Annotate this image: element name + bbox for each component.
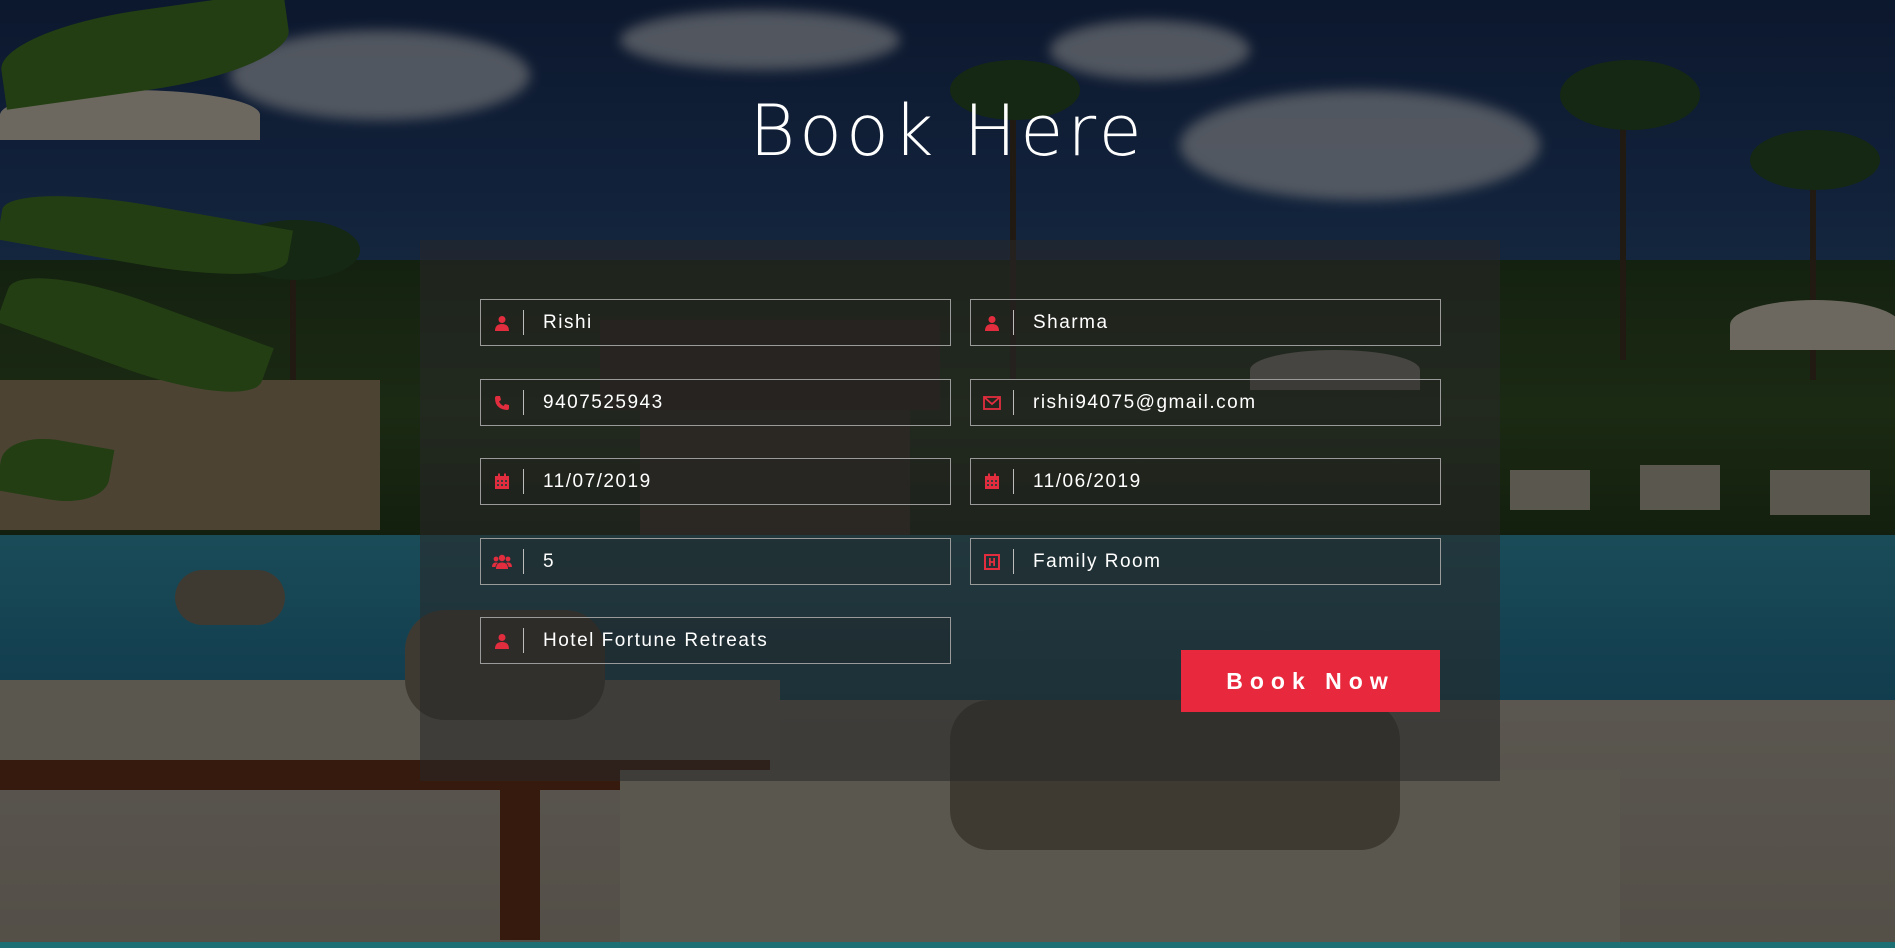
guests-input[interactable] bbox=[524, 538, 950, 585]
phone-field[interactable] bbox=[480, 379, 951, 426]
hotel-name-input[interactable] bbox=[524, 617, 950, 664]
room-type-input[interactable] bbox=[1014, 538, 1440, 585]
phone-icon bbox=[481, 380, 523, 425]
first-name-field[interactable] bbox=[480, 299, 951, 346]
user-icon bbox=[481, 300, 523, 345]
hotel-field[interactable] bbox=[480, 617, 951, 664]
check-in-field[interactable] bbox=[480, 458, 951, 505]
user-icon bbox=[481, 618, 523, 663]
email-input[interactable] bbox=[1014, 379, 1440, 426]
check-out-field[interactable] bbox=[970, 458, 1441, 505]
bottom-bar bbox=[0, 942, 1895, 948]
hotel-icon bbox=[971, 539, 1013, 584]
room-type-field[interactable] bbox=[970, 538, 1441, 585]
last-name-field[interactable] bbox=[970, 299, 1441, 346]
check-out-date-input[interactable] bbox=[1014, 458, 1440, 505]
last-name-input[interactable] bbox=[1014, 299, 1440, 346]
calendar-icon bbox=[481, 459, 523, 504]
users-icon bbox=[481, 539, 523, 584]
first-name-input[interactable] bbox=[524, 299, 950, 346]
book-now-button[interactable]: Book Now bbox=[1181, 650, 1440, 712]
user-icon bbox=[971, 300, 1013, 345]
check-in-date-input[interactable] bbox=[524, 458, 950, 505]
guests-field[interactable] bbox=[480, 538, 951, 585]
email-field[interactable] bbox=[970, 379, 1441, 426]
page-title: Book Here bbox=[749, 90, 1146, 172]
phone-input[interactable] bbox=[524, 379, 950, 426]
envelope-icon bbox=[971, 380, 1013, 425]
calendar-icon bbox=[971, 459, 1013, 504]
